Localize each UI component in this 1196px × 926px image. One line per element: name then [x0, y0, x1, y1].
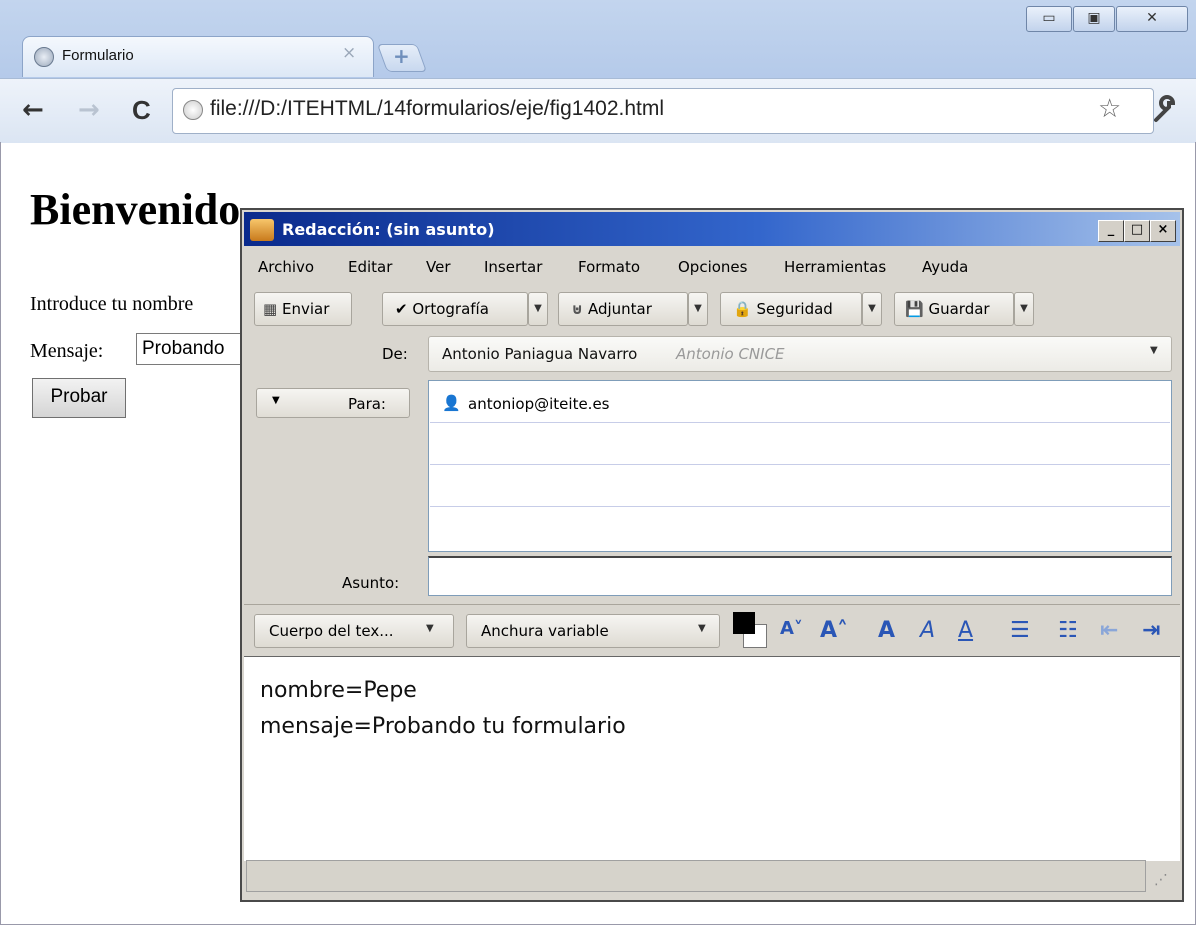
- tab-close-icon[interactable]: ×: [342, 43, 356, 63]
- outdent-icon[interactable]: ⇤: [1100, 618, 1118, 643]
- body-line: mensaje=Probando tu formulario: [260, 714, 626, 739]
- send-label: Enviar: [281, 300, 330, 318]
- back-icon[interactable]: ←: [22, 95, 44, 125]
- wrench-icon[interactable]: [1150, 94, 1180, 131]
- compose-maximize-button[interactable]: □: [1124, 220, 1150, 242]
- save-label: Guardar: [928, 300, 990, 318]
- compose-app-icon: [250, 219, 274, 241]
- attach-dropdown[interactable]: ▼: [688, 292, 708, 326]
- recipient-divider: [430, 506, 1170, 507]
- chevron-down-icon: ▼: [426, 623, 434, 634]
- resize-grip-icon[interactable]: ⋰: [1154, 872, 1168, 888]
- nombre-label: Introduce tu nombre: [30, 293, 194, 315]
- bullet-list-icon[interactable]: ☰: [1010, 618, 1030, 643]
- underline-icon[interactable]: A: [958, 618, 973, 643]
- text-color-swatch[interactable]: [733, 612, 755, 634]
- menu-opciones[interactable]: Opciones: [678, 258, 747, 276]
- lock-icon: 🔒: [733, 300, 752, 318]
- recipient-divider: [430, 464, 1170, 465]
- globe-icon: [34, 47, 54, 67]
- checkmark-icon: ✔: [395, 300, 408, 318]
- tab-title: Formulario: [62, 47, 134, 64]
- security-dropdown[interactable]: ▼: [862, 292, 882, 326]
- chevron-down-icon: ▼: [1150, 345, 1158, 356]
- recipient-type-label: Para:: [348, 395, 386, 413]
- spelling-button[interactable]: ✔ Ortografía: [382, 292, 528, 326]
- compose-title: Redacción: (sin asunto): [282, 220, 495, 239]
- bold-icon[interactable]: A: [878, 618, 895, 643]
- send-icon: ▦: [263, 300, 278, 318]
- font-larger-icon[interactable]: A˄: [820, 618, 848, 643]
- save-dropdown[interactable]: ▼: [1014, 292, 1034, 326]
- paperclip-icon: ⊍: [571, 300, 584, 318]
- send-button[interactable]: ▦ Enviar: [254, 292, 352, 326]
- menu-insertar[interactable]: Insertar: [484, 258, 542, 276]
- spelling-label: Ortografía: [412, 300, 489, 318]
- minimize-button[interactable]: ▭: [1026, 6, 1072, 32]
- plus-icon: +: [393, 44, 410, 68]
- page-icon: [183, 100, 203, 120]
- floppy-icon: 💾: [905, 300, 924, 318]
- security-label: Seguridad: [756, 300, 833, 318]
- font-select[interactable]: Anchura variable: [466, 614, 720, 648]
- url-text[interactable]: file:///D:/ITEHTML/14formularios/eje/fig…: [210, 97, 664, 121]
- font-smaller-icon[interactable]: A˅: [780, 618, 803, 639]
- mensaje-label: Mensaje:: [30, 340, 104, 362]
- from-account: Antonio CNICE: [676, 345, 785, 363]
- forward-icon[interactable]: →: [78, 95, 100, 125]
- probar-button[interactable]: Probar: [32, 378, 126, 418]
- subject-input[interactable]: [428, 556, 1172, 596]
- italic-icon[interactable]: A: [920, 618, 935, 643]
- compose-minimize-button[interactable]: _: [1098, 220, 1124, 242]
- attach-label: Adjuntar: [587, 300, 652, 318]
- indent-icon[interactable]: ⇥: [1142, 618, 1160, 643]
- chevron-down-icon: ▼: [698, 623, 706, 634]
- numbered-list-icon[interactable]: ☷: [1058, 618, 1078, 643]
- body-line: nombre=Pepe: [260, 678, 417, 703]
- reload-icon[interactable]: C: [132, 95, 151, 126]
- subject-label: Asunto:: [342, 574, 400, 592]
- contact-icon: 👤: [442, 394, 461, 412]
- attach-button[interactable]: ⊍ Adjuntar: [558, 292, 688, 326]
- star-icon[interactable]: ☆: [1098, 94, 1121, 124]
- save-button[interactable]: 💾 Guardar: [894, 292, 1014, 326]
- chevron-down-icon: ▼: [272, 395, 280, 406]
- window-controls: ▭ ▣ ✕: [1026, 6, 1192, 32]
- close-button[interactable]: ✕: [1116, 6, 1188, 32]
- compose-close-button[interactable]: ×: [1150, 220, 1176, 242]
- menu-ver[interactable]: Ver: [426, 258, 451, 276]
- recipient-divider: [430, 422, 1170, 423]
- paragraph-format-select[interactable]: Cuerpo del tex...: [254, 614, 454, 648]
- status-bar: [246, 860, 1146, 892]
- from-label: De:: [382, 345, 408, 363]
- security-button[interactable]: 🔒 Seguridad: [720, 292, 862, 326]
- recipient-address[interactable]: antoniop@iteite.es: [468, 395, 610, 413]
- page-heading: Bienvenido: [30, 185, 241, 234]
- menu-formato[interactable]: Formato: [578, 258, 640, 276]
- menu-editar[interactable]: Editar: [348, 258, 392, 276]
- from-name: Antonio Paniagua Navarro: [442, 345, 638, 363]
- menu-archivo[interactable]: Archivo: [258, 258, 314, 276]
- maximize-button[interactable]: ▣: [1073, 6, 1115, 32]
- spelling-dropdown[interactable]: ▼: [528, 292, 548, 326]
- menu-herramientas[interactable]: Herramientas: [784, 258, 886, 276]
- menu-ayuda[interactable]: Ayuda: [922, 258, 968, 276]
